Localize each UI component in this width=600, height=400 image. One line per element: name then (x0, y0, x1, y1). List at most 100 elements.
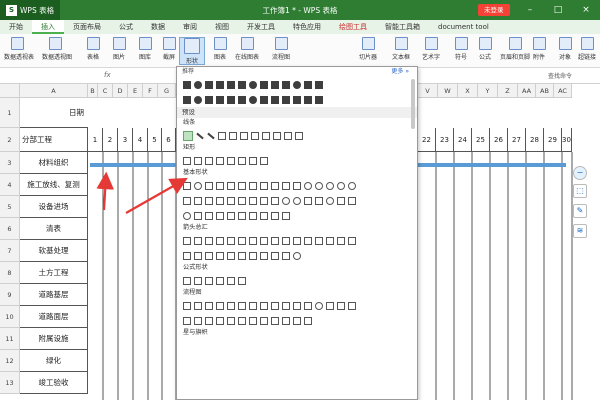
display-shape-icon[interactable] (304, 316, 312, 325)
bent-block-arrow-icon[interactable] (271, 236, 279, 245)
decagon-outline-icon[interactable] (304, 181, 312, 190)
left-right-up-block-arrow-icon[interactable] (260, 236, 268, 245)
cross-outline-icon[interactable] (227, 196, 235, 205)
minimize-icon[interactable]: – (520, 0, 540, 20)
card-shape-icon[interactable] (337, 301, 345, 310)
flowchart-button[interactable]: 流程图 (268, 37, 294, 65)
right-arrow-callout-icon[interactable] (227, 251, 235, 260)
tab-home[interactable]: 开始 (0, 20, 32, 34)
smiley-outline-icon[interactable] (326, 196, 334, 205)
chevron-shape-icon[interactable] (304, 95, 312, 104)
bent-up-block-arrow-icon[interactable] (304, 236, 312, 245)
triangle-shape-icon[interactable] (260, 80, 268, 89)
triangle-outline-icon[interactable] (205, 181, 213, 190)
predefined-process-shape-icon[interactable] (227, 301, 235, 310)
process-shape-icon[interactable] (183, 301, 191, 310)
chart-button[interactable]: 图表 (207, 37, 233, 65)
sun-outline-icon[interactable] (183, 211, 191, 220)
multidocument-shape-icon[interactable] (260, 301, 268, 310)
fx-icon[interactable]: fx (104, 71, 111, 79)
up-block-arrow-icon[interactable] (205, 236, 213, 245)
dropdown-scrollbar[interactable] (411, 79, 415, 129)
heart-outline-icon[interactable] (337, 196, 345, 205)
layers-icon[interactable]: ≋ (573, 224, 587, 238)
chevron-arrow-icon[interactable] (216, 251, 224, 260)
oval-outline-icon[interactable] (194, 181, 202, 190)
double-brace-outline-icon[interactable] (238, 211, 246, 220)
cloud-shape-icon[interactable] (304, 80, 312, 89)
pie-outline-icon[interactable] (326, 181, 334, 190)
frame-shape-icon[interactable] (293, 95, 301, 104)
left-right-arrow-callout-icon[interactable] (271, 251, 279, 260)
right-brace-outline-icon[interactable] (282, 211, 290, 220)
circular-arrow-icon[interactable] (293, 251, 301, 260)
tab-document-tool[interactable]: document tool (429, 20, 498, 34)
round-single-corner-rectangle-icon[interactable] (238, 156, 246, 165)
tab-data[interactable]: 数据 (142, 20, 174, 34)
symbol-button[interactable]: 符号 (448, 37, 474, 65)
quad-arrow-callout-icon[interactable] (282, 251, 290, 260)
folded-corner-outline-icon[interactable] (315, 196, 323, 205)
left-arrow-callout-icon[interactable] (238, 251, 246, 260)
pentagon-shape-icon[interactable] (227, 95, 235, 104)
internal-storage-shape-icon[interactable] (238, 301, 246, 310)
cube-outline-icon[interactable] (260, 196, 268, 205)
chord-outline-icon[interactable] (337, 181, 345, 190)
left-right-block-arrow-icon[interactable] (227, 236, 235, 245)
slicer-button[interactable]: 切片器 (355, 37, 381, 65)
stored-data-shape-icon[interactable] (249, 316, 257, 325)
curved-connector-shape-icon[interactable] (251, 131, 259, 140)
merge-shape-icon[interactable] (238, 316, 246, 325)
division-sign-icon[interactable] (216, 276, 224, 285)
left-brace-outline-icon[interactable] (271, 211, 279, 220)
teardrop-outline-icon[interactable] (348, 181, 356, 190)
up-arrow-callout-icon[interactable] (249, 251, 257, 260)
search-command[interactable]: 查找命令 (548, 71, 572, 80)
left-up-block-arrow-icon[interactable] (293, 236, 301, 245)
right-arrow-shape-icon[interactable] (216, 80, 224, 89)
tab-view[interactable]: 视图 (206, 20, 238, 34)
rectangle-shape-icon[interactable] (183, 80, 191, 89)
freeform-shape-icon[interactable] (284, 131, 292, 140)
plus-shape-icon[interactable] (260, 95, 268, 104)
curve-shape-icon[interactable] (273, 131, 281, 140)
dodecagon-outline-icon[interactable] (315, 181, 323, 190)
up-down-block-arrow-icon[interactable] (238, 236, 246, 245)
shape-button[interactable]: 形状 (179, 37, 205, 65)
data-shape-icon[interactable] (216, 301, 224, 310)
wordart-button[interactable]: 艺术字 (418, 37, 444, 65)
gallery-button[interactable]: 图库 (132, 37, 158, 65)
right-bracket-outline-icon[interactable] (260, 211, 268, 220)
multiply-sign-icon[interactable] (205, 276, 213, 285)
left-block-arrow-icon[interactable] (194, 236, 202, 245)
trapezoid-outline-icon[interactable] (238, 181, 246, 190)
right-block-arrow-icon[interactable] (183, 236, 191, 245)
smiley-shape-icon[interactable] (293, 80, 301, 89)
down-block-arrow-icon[interactable] (216, 236, 224, 245)
picture-button[interactable]: 图片 (106, 37, 132, 65)
curved-left-block-arrow-icon[interactable] (326, 236, 334, 245)
plaque-outline-icon[interactable] (238, 196, 246, 205)
textbox-button[interactable]: 文本框 (388, 37, 414, 65)
scribble-shape-icon[interactable] (295, 131, 303, 140)
online-chart-button[interactable]: 在线图表 (234, 37, 260, 65)
block-arc-outline-icon[interactable] (304, 196, 312, 205)
parallelogram-outline-icon[interactable] (227, 181, 235, 190)
elbow-arrow-connector-shape-icon[interactable] (229, 131, 237, 140)
not-equal-sign-icon[interactable] (238, 276, 246, 285)
pivot-table-button[interactable]: 数据透视表 (4, 37, 34, 65)
diagonal-stripe-outline-icon[interactable] (216, 196, 224, 205)
table-button[interactable]: 表格 (80, 37, 106, 65)
manual-operation-shape-icon[interactable] (304, 301, 312, 310)
frame-outline-icon[interactable] (183, 196, 191, 205)
delay-shape-icon[interactable] (260, 316, 268, 325)
summing-junction-shape-icon[interactable] (183, 316, 191, 325)
arrow-line-shape-icon[interactable] (196, 132, 204, 139)
arc-outline-icon[interactable] (216, 211, 224, 220)
heart-shape-icon[interactable] (271, 80, 279, 89)
round-same-side-rectangle-icon[interactable] (260, 156, 268, 165)
equal-sign-icon[interactable] (227, 276, 235, 285)
gantt-bar[interactable] (90, 163, 185, 167)
plus-sign-icon[interactable] (183, 276, 191, 285)
can-outline-icon[interactable] (249, 196, 257, 205)
